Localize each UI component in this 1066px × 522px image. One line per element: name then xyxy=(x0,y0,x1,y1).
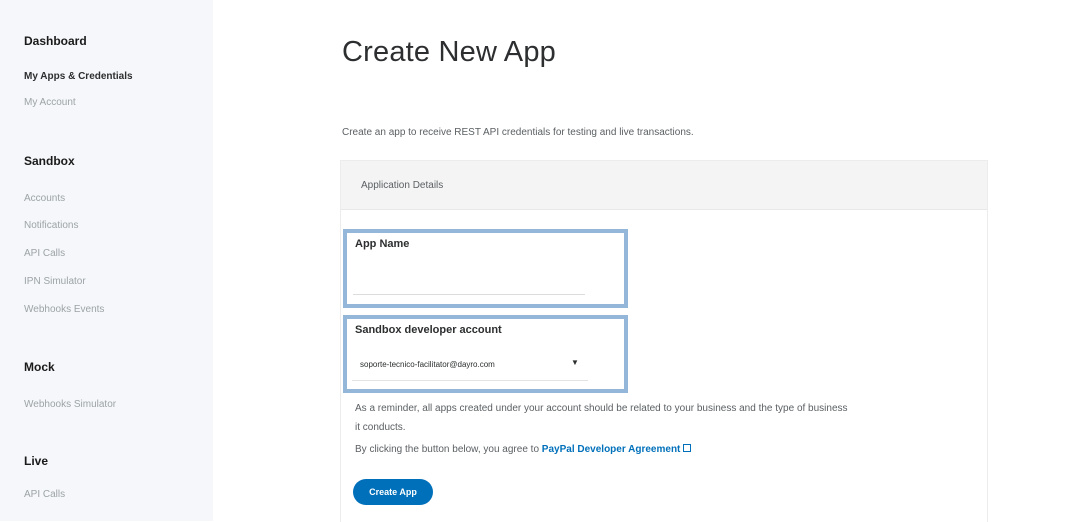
developer-agreement-link[interactable]: PayPal Developer Agreement xyxy=(542,444,681,455)
panel-header-label: Application Details xyxy=(361,180,444,191)
sidebar-item-live-api-calls[interactable]: API Calls xyxy=(24,489,65,500)
agreement-text: By clicking the button below, you agree … xyxy=(355,444,692,455)
sidebar-item-notifications[interactable]: Notifications xyxy=(24,220,78,231)
agreement-prefix: By clicking the button below, you agree … xyxy=(355,444,542,455)
sidebar-item-webhooks-events[interactable]: Webhooks Events xyxy=(24,304,104,315)
page-title: Create New App xyxy=(342,36,556,68)
sidebar-heading-live: Live xyxy=(24,454,49,468)
sidebar-heading-sandbox: Sandbox xyxy=(24,154,75,168)
sidebar: Dashboard My Apps & Credentials My Accou… xyxy=(0,0,213,521)
sidebar-item-accounts[interactable]: Accounts xyxy=(24,193,65,204)
sidebar-item-api-calls[interactable]: API Calls xyxy=(24,248,65,259)
app-name-input[interactable] xyxy=(353,256,585,295)
sidebar-heading-mock: Mock xyxy=(24,360,55,374)
intro-text: Create an app to receive REST API creden… xyxy=(342,127,694,138)
caret-down-icon: ▼ xyxy=(571,358,579,367)
sidebar-item-my-account[interactable]: My Account xyxy=(24,97,76,108)
sidebar-item-dashboard[interactable]: Dashboard xyxy=(24,34,87,48)
sandbox-account-select[interactable]: soporte-tecnico-facilitator@dayro.com ▼ xyxy=(352,350,588,381)
create-app-button[interactable]: Create App xyxy=(353,479,433,505)
sidebar-item-ipn-simulator[interactable]: IPN Simulator xyxy=(24,276,86,287)
reminder-text-line2: it conducts. xyxy=(355,422,406,433)
reminder-text-line1: As a reminder, all apps created under yo… xyxy=(355,403,848,414)
sandbox-account-value: soporte-tecnico-facilitator@dayro.com xyxy=(360,360,495,369)
external-link-icon xyxy=(683,444,692,452)
sandbox-account-label: Sandbox developer account xyxy=(355,324,502,336)
app-name-label: App Name xyxy=(355,238,410,250)
sidebar-item-webhooks-simulator[interactable]: Webhooks Simulator xyxy=(24,399,116,410)
panel-header: Application Details xyxy=(341,161,987,210)
sidebar-item-my-apps[interactable]: My Apps & Credentials xyxy=(24,71,133,82)
